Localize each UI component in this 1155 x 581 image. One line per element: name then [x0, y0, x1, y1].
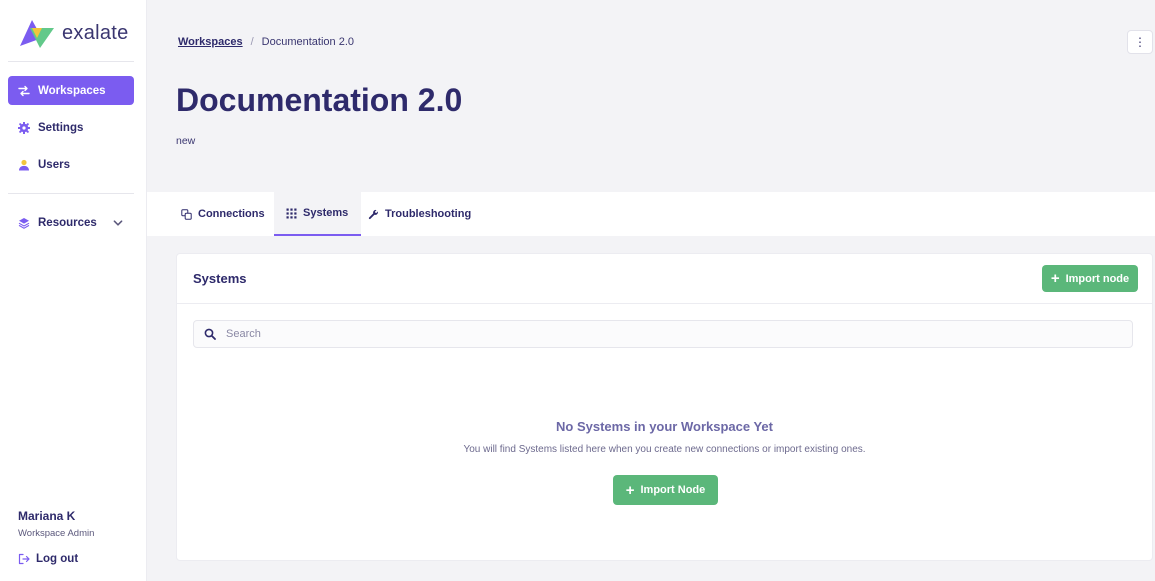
tab-systems[interactable]: Systems — [274, 192, 361, 236]
sidebar-item-workspaces[interactable]: Workspaces — [8, 76, 134, 105]
chevron-down-icon[interactable] — [112, 217, 124, 229]
page-title: Documentation 2.0 — [176, 82, 463, 118]
wrench-icon — [368, 209, 378, 219]
systems-panel-header: Systems + Import node — [177, 254, 1152, 304]
empty-state-description: You will find Systems listed here when y… — [463, 444, 866, 455]
tab-label: Systems — [303, 207, 349, 219]
search-box — [193, 320, 1133, 348]
breadcrumb: Workspaces / Documentation 2.0 — [178, 36, 354, 48]
systems-panel: Systems + Import node No Systems in your… — [176, 253, 1153, 561]
user-icon — [19, 159, 29, 170]
breadcrumb-separator: / — [250, 36, 254, 48]
empty-state-title: No Systems in your Workspace Yet — [556, 419, 773, 434]
gear-icon — [18, 121, 30, 134]
import-node-label: Import node — [1065, 272, 1130, 285]
sidebar-item-label: Users — [38, 158, 70, 171]
breadcrumb-current: Documentation 2.0 — [261, 36, 355, 48]
plus-icon: + — [625, 481, 635, 499]
grid-icon — [286, 208, 297, 218]
sidebar-item-label: Workspaces — [38, 84, 106, 97]
breadcrumb-workspaces-link[interactable]: Workspaces — [178, 36, 243, 48]
user-name: Mariana K — [18, 509, 76, 523]
tab-troubleshooting[interactable]: Troubleshooting — [356, 192, 483, 236]
sidebar-item-settings[interactable]: Settings — [8, 113, 134, 142]
tab-connections[interactable]: Connections — [169, 192, 277, 236]
logout-button[interactable]: Log out — [18, 553, 78, 565]
sidebar-item-users[interactable]: Users — [8, 150, 134, 179]
tab-label: Troubleshooting — [385, 208, 472, 220]
plus-icon: + — [1050, 270, 1060, 287]
sidebar-item-resources[interactable]: Resources — [8, 208, 134, 237]
brand-logo[interactable]: exalate — [18, 18, 129, 48]
more-vertical-icon: ⋮ — [1134, 35, 1146, 49]
import-node-button[interactable]: + Import node — [1042, 265, 1138, 292]
empty-import-node-button[interactable]: + Import Node — [613, 475, 718, 505]
connections-icon — [181, 208, 192, 220]
systems-panel-title: Systems — [193, 271, 247, 286]
logout-icon — [18, 553, 30, 565]
more-options-button[interactable]: ⋮ — [1127, 30, 1153, 54]
search-icon — [204, 328, 216, 340]
sidebar-divider — [8, 193, 134, 194]
sidebar: exalate Workspaces Settings Users Resour… — [0, 0, 147, 581]
logout-label: Log out — [36, 553, 79, 565]
exalate-logo-icon — [20, 20, 54, 48]
sidebar-item-label: Settings — [38, 121, 84, 134]
tab-label: Connections — [198, 208, 265, 220]
page-description: new — [176, 135, 196, 147]
sidebar-item-label: Resources — [38, 216, 97, 229]
empty-import-node-label: Import Node — [640, 484, 706, 496]
workspaces-icon — [18, 85, 30, 96]
sidebar-divider — [8, 61, 134, 62]
search-input[interactable] — [226, 328, 1106, 340]
tab-bar: Connections Systems Troubleshooting — [147, 192, 1155, 236]
layers-icon — [18, 217, 30, 229]
user-role: Workspace Admin — [18, 528, 95, 539]
brand-name: exalate — [62, 21, 129, 44]
